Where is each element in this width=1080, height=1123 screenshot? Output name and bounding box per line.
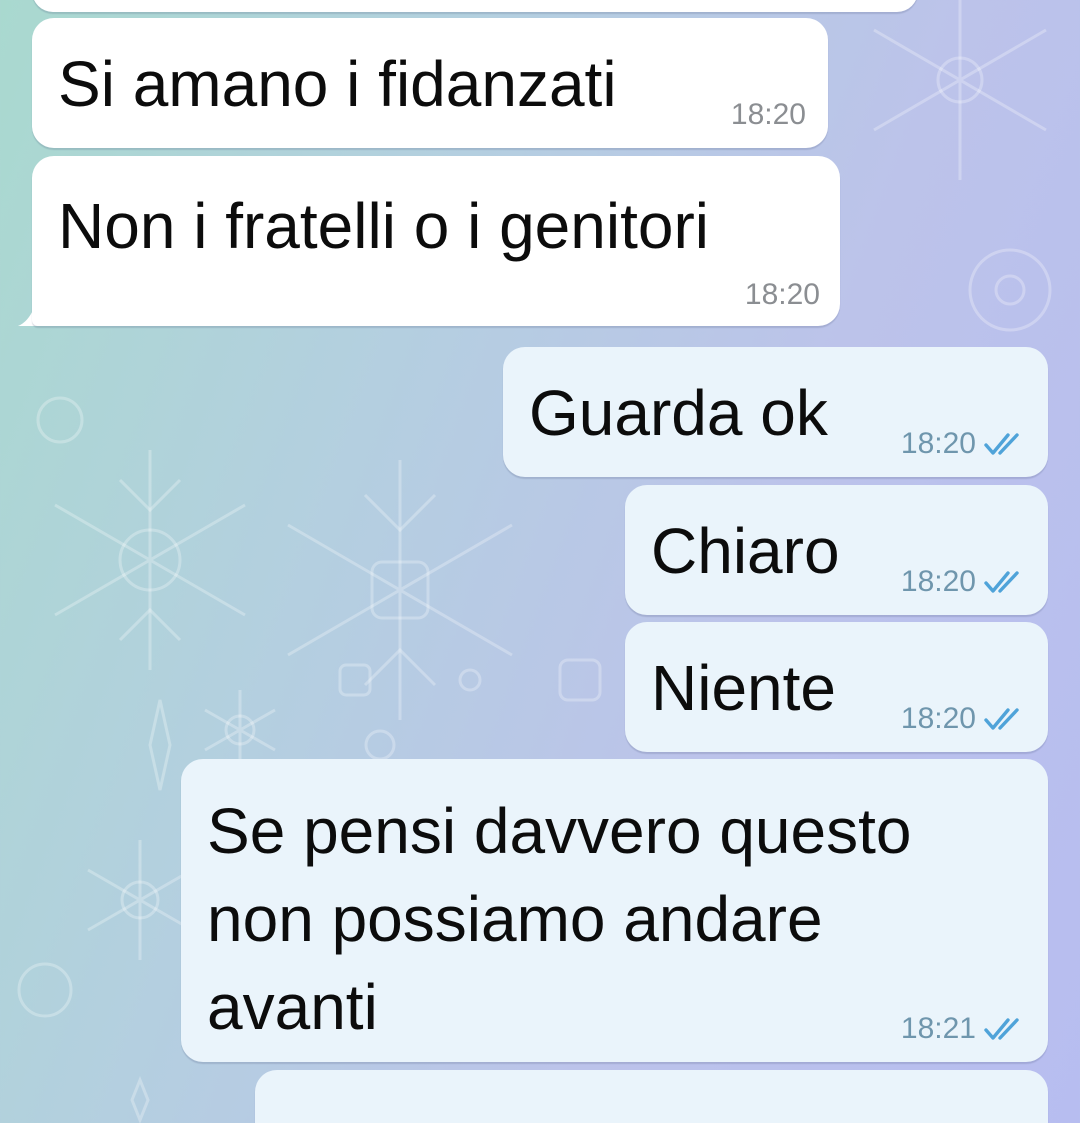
message-bubble-outgoing[interactable]: Chiaro 18:20 (625, 485, 1048, 615)
message-bubble-outgoing[interactable]: Niente 18:20 (625, 622, 1048, 752)
message-time: 18:20 (744, 278, 820, 311)
message-time: 18:20 (900, 702, 976, 735)
message-text: Non i fratelli o i genitori (58, 190, 709, 262)
message-bubble-outgoing[interactable]: Guarda ok 18:20 (503, 347, 1048, 477)
message-text: Chiaro (651, 515, 840, 587)
chat-message-list[interactable]: Si amano i fidanzati 18:20 Non i fratell… (0, 0, 1080, 1123)
message-time: 18:20 (900, 565, 976, 598)
message-bubble-incoming[interactable]: Si amano i fidanzati 18:20 (32, 18, 828, 148)
double-check-icon (984, 708, 1019, 730)
message-text: Guarda ok (529, 377, 828, 449)
message-bubble-incoming[interactable]: Non i fratelli o i genitori 18:20 (32, 156, 840, 326)
double-check-icon (984, 433, 1019, 455)
message-text: Si amano i fidanzati (58, 48, 617, 120)
message-text-line: Se pensi davvero questo (207, 795, 912, 867)
message-bubble-outgoing[interactable]: Se pensi davvero questo non possiamo and… (181, 759, 1048, 1062)
message-time: 18:21 (900, 1012, 976, 1045)
message-text-line: non possiamo andare (207, 883, 823, 955)
message-bubble-outgoing[interactable] (255, 1070, 1048, 1123)
double-check-icon (984, 571, 1019, 593)
message-bubble-incoming[interactable] (32, 0, 918, 12)
double-check-icon (984, 1018, 1019, 1040)
message-time: 18:20 (900, 427, 976, 460)
message-text-line: avanti (207, 971, 378, 1043)
message-time: 18:20 (730, 98, 806, 131)
message-text: Niente (651, 652, 836, 724)
